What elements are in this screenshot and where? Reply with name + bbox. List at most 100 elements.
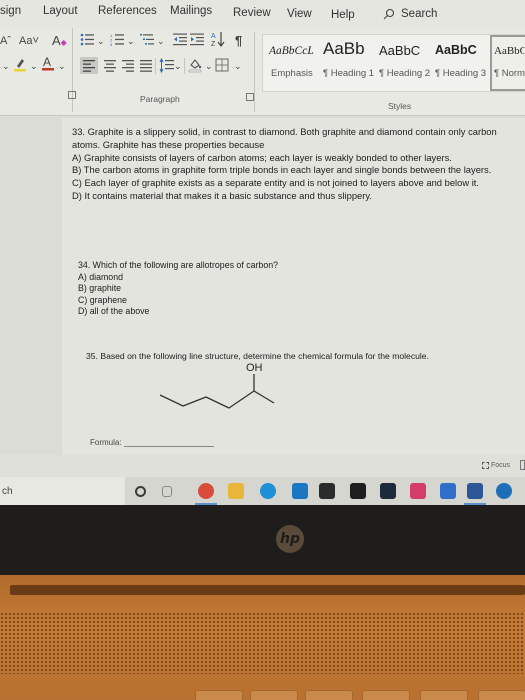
- decrease-indent-button[interactable]: [173, 33, 187, 49]
- focus-icon: [482, 462, 489, 469]
- align-center-button[interactable]: [102, 57, 118, 77]
- molecule-line-structure: OH: [159, 362, 275, 409]
- hp-logo: hp: [276, 525, 304, 553]
- increase-indent-icon: [190, 33, 204, 46]
- tab-help[interactable]: Help: [331, 9, 355, 21]
- answer-option: A) Graphite consists of layers of carbon…: [72, 151, 452, 163]
- carbon-chain: [159, 390, 275, 409]
- numbering-button[interactable]: 123: [110, 33, 124, 49]
- font-dialog-launcher[interactable]: [68, 91, 76, 99]
- formula-answer-line[interactable]: [123, 438, 214, 447]
- keyboard-key: [478, 690, 525, 700]
- shading-icon: [188, 59, 202, 73]
- speaker-grille: [0, 612, 525, 674]
- style-heading-3[interactable]: AaBbC ¶ Heading 3: [433, 35, 489, 91]
- align-center-icon: [104, 60, 116, 72]
- chevron-down-icon[interactable]: ⌄: [127, 36, 135, 47]
- chevron-down-icon[interactable]: ⌄: [2, 61, 10, 72]
- tab-layout[interactable]: Layout: [43, 5, 78, 17]
- screen: sign Layout References Mailings Review V…: [0, 0, 525, 505]
- style-normal[interactable]: AaBbC ¶ Norma: [490, 35, 525, 91]
- paragraph-dialog-launcher[interactable]: [246, 93, 254, 101]
- keyboard-key: [420, 690, 468, 700]
- font-color-button[interactable]: A: [41, 55, 55, 75]
- calendar-icon[interactable]: [440, 483, 456, 499]
- tab-view[interactable]: View: [287, 8, 312, 20]
- word-icon[interactable]: [467, 483, 483, 499]
- clear-format-icon: A: [52, 33, 61, 48]
- focus-label: Focus: [491, 462, 511, 469]
- read-mode-icon[interactable]: [520, 460, 525, 470]
- hydroxyl-label: OH: [246, 362, 263, 374]
- help-icon[interactable]: [496, 483, 512, 499]
- grow-font-button[interactable]: Aˆ: [0, 35, 11, 47]
- styles-gallery: AaBbCcL Emphasis AaBb ¶ Heading 1 AaBbC …: [262, 34, 525, 92]
- borders-icon: [215, 58, 229, 72]
- status-bar: Focus: [0, 455, 525, 477]
- svg-text:A: A: [211, 33, 216, 40]
- highlight-icon: [14, 59, 26, 72]
- keyboard-key: [195, 690, 243, 700]
- sort-button[interactable]: AZ: [211, 31, 225, 50]
- taskbar-search-box[interactable]: ch: [0, 477, 125, 505]
- ribbon-divider: [72, 28, 73, 112]
- file-explorer-icon[interactable]: [228, 483, 244, 499]
- cortana-icon[interactable]: [135, 486, 146, 497]
- question-stem: 34. Which of the following are allotrope…: [78, 260, 279, 270]
- scrivener-icon[interactable]: [380, 483, 396, 499]
- clear-formatting-button[interactable]: A◆: [52, 33, 67, 48]
- chevron-down-icon[interactable]: ⌄: [174, 61, 182, 72]
- decrease-indent-icon: [173, 33, 187, 46]
- answer-option: C) Each layer of graphite exists as a se…: [72, 177, 480, 189]
- focus-mode-button[interactable]: Focus: [482, 462, 510, 469]
- formula-field[interactable]: Formula:: [90, 438, 214, 447]
- chevron-down-icon[interactable]: ⌄: [58, 61, 66, 72]
- svg-text:Z: Z: [211, 41, 216, 47]
- answer-option: B) The carbon atoms in graphite form tri…: [72, 164, 492, 176]
- numbering-icon: 123: [110, 33, 124, 47]
- chevron-down-icon[interactable]: ⌄: [30, 61, 38, 72]
- justify-button[interactable]: [138, 57, 154, 77]
- style-heading-2[interactable]: AaBbC ¶ Heading 2: [377, 35, 433, 91]
- multilevel-list-button[interactable]: [140, 33, 154, 49]
- align-left-button[interactable]: [80, 57, 98, 74]
- pandora-icon[interactable]: [410, 483, 426, 499]
- change-case-button[interactable]: Aa˅: [19, 35, 39, 47]
- tab-review[interactable]: Review: [233, 7, 271, 19]
- style-emphasis[interactable]: AaBbCcL Emphasis: [263, 35, 321, 91]
- dropbox-icon[interactable]: [350, 483, 366, 499]
- borders-button[interactable]: [215, 58, 229, 75]
- chevron-down-icon[interactable]: ⌄: [234, 61, 242, 72]
- align-right-icon: [122, 60, 134, 72]
- show-formatting-button[interactable]: ¶: [235, 33, 242, 48]
- chrome-icon[interactable]: [198, 483, 214, 499]
- svg-text:A: A: [43, 55, 51, 69]
- style-heading-1[interactable]: AaBb ¶ Heading 1: [321, 35, 377, 91]
- align-right-button[interactable]: [120, 57, 136, 77]
- tab-design[interactable]: sign: [0, 5, 21, 17]
- question-34: 34. Which of the following are allotrope…: [78, 260, 378, 318]
- chevron-down-icon[interactable]: ⌄: [97, 36, 105, 47]
- tell-me-search[interactable]: Search: [383, 8, 437, 20]
- shading-button[interactable]: [188, 57, 202, 76]
- tab-references[interactable]: References: [98, 5, 157, 17]
- store-icon[interactable]: [319, 483, 335, 499]
- laptop-bezel: hp: [0, 505, 525, 575]
- highlight-button[interactable]: [13, 56, 27, 75]
- pilcrow-icon: ¶: [235, 33, 243, 48]
- taskbar: ch: [0, 477, 525, 505]
- edge-icon[interactable]: [260, 483, 276, 499]
- chevron-down-icon[interactable]: ⌄: [157, 36, 165, 47]
- mail-icon[interactable]: [292, 483, 308, 499]
- bullets-button[interactable]: [80, 33, 94, 49]
- ribbon: Aˆ Aa˅ A◆ ⌄ ⌄ A ⌄ ⌄ 123 ⌄ ⌄ A Z ¶ ⌄ ⌄ ⌄ …: [0, 28, 525, 116]
- chevron-down-icon[interactable]: ⌄: [205, 61, 213, 72]
- tab-mailings[interactable]: Mailings: [170, 5, 212, 17]
- task-view-icon[interactable]: [162, 486, 172, 497]
- search-icon: [383, 8, 395, 20]
- increase-indent-button[interactable]: [190, 33, 204, 49]
- answer-option: A) diamond: [78, 271, 123, 282]
- ribbon-divider: [254, 32, 255, 112]
- line-spacing-button[interactable]: [158, 57, 174, 76]
- document-page[interactable]: 33. Graphite is a slippery solid, in con…: [62, 118, 525, 455]
